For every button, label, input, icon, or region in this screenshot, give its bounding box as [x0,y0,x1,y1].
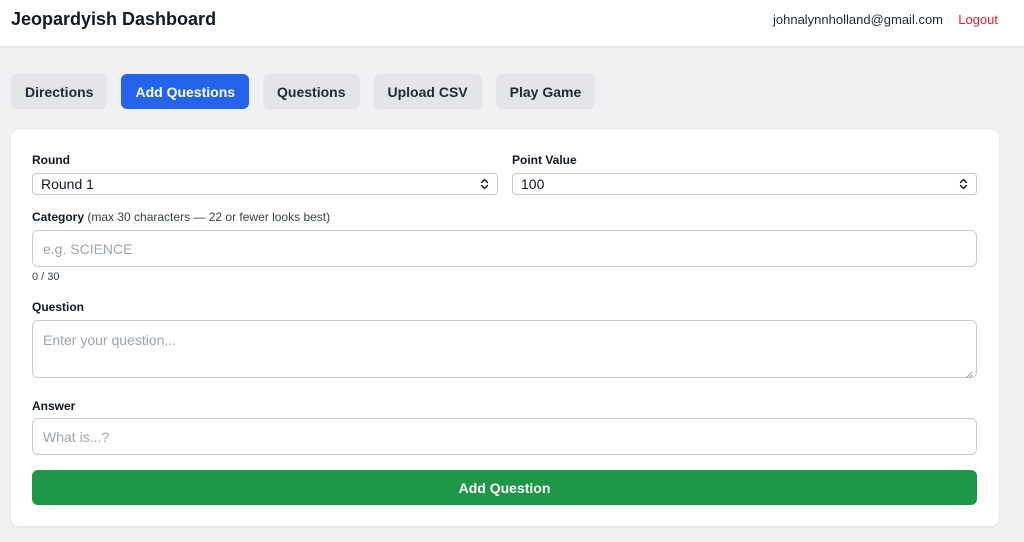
logout-link[interactable]: Logout [958,12,998,27]
question-textarea[interactable]: Enter your question... [32,320,977,379]
tab-upload-csv[interactable]: Upload CSV [373,74,482,109]
tab-play-game[interactable]: Play Game [495,74,596,109]
category-label-text: Category [32,210,85,224]
category-input[interactable]: e.g. SCIENCE [32,230,977,267]
category-char-counter: 0 / 30 [32,271,60,283]
point-value-select-value: 100 [521,176,545,192]
tab-add-questions[interactable]: Add Questions [121,74,250,109]
category-label: Category (max 30 characters — 22 or fewe… [32,210,330,224]
round-select-value: Round 1 [41,176,94,192]
answer-label: Answer [32,399,76,413]
round-select[interactable]: Round 1 [32,173,498,195]
question-label: Question [32,300,85,314]
add-question-card: Round Round 1 Point Value 100 Category (… [11,130,999,526]
round-label: Round [32,153,70,167]
point-value-label: Point Value [512,153,577,167]
tab-questions[interactable]: Questions [263,74,360,109]
select-chevron-icon [479,177,489,191]
top-header: Jeopardyish Dashboard johnalynnholland@g… [0,0,1024,47]
add-question-button[interactable]: Add Question [32,470,977,505]
tab-bar: Directions Add Questions Questions Uploa… [11,74,596,109]
answer-input[interactable]: What is...? [32,418,977,455]
app-title: Jeopardyish Dashboard [11,9,217,29]
user-email: johnalynnholland@gmail.com [772,12,943,27]
resize-handle-icon[interactable] [965,366,973,379]
tab-directions[interactable]: Directions [11,74,108,109]
select-chevron-icon [958,177,968,191]
category-hint: (max 30 characters — 22 or fewer looks b… [87,210,331,224]
point-value-select[interactable]: 100 [512,173,977,195]
question-placeholder: Enter your question... [43,332,177,348]
